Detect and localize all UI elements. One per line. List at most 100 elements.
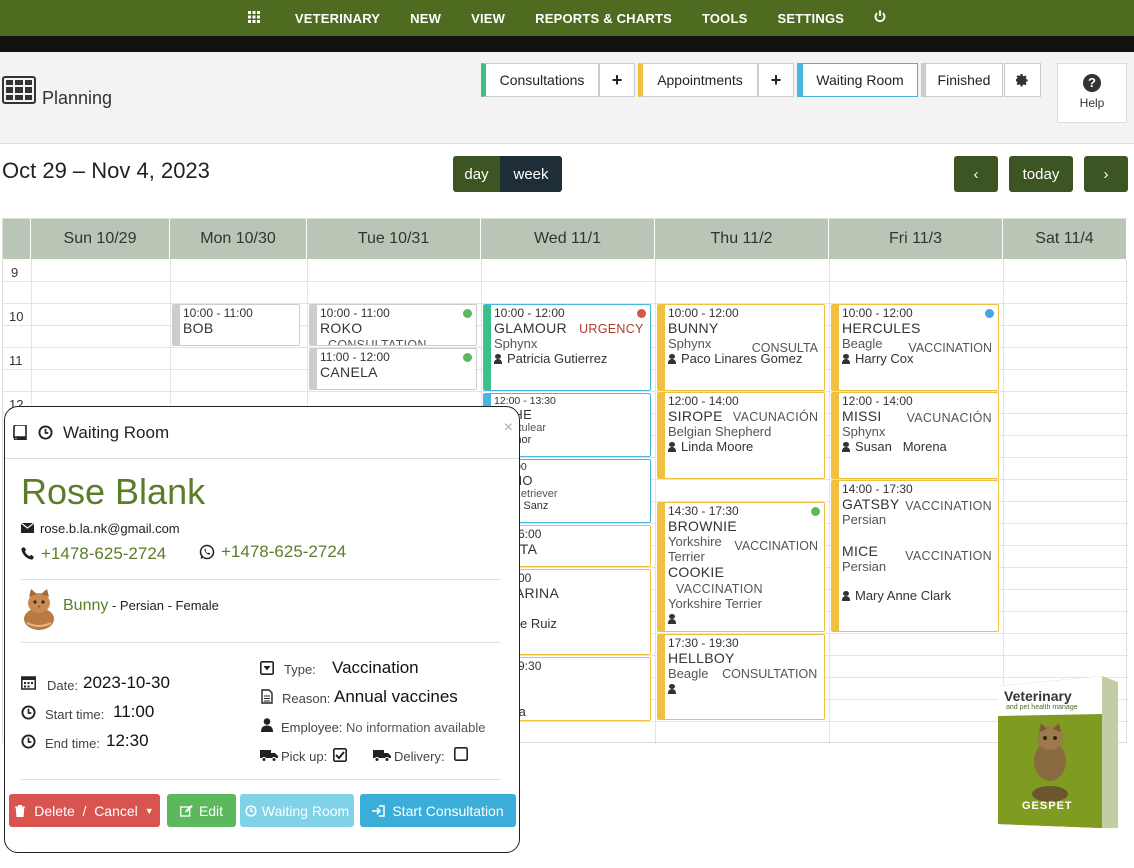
chevron-right-icon: › bbox=[1103, 165, 1109, 183]
appointment-sirope[interactable]: 12:00 - 14:00 SIROPE VACUNACIÓN Belgian … bbox=[657, 392, 825, 479]
help-button[interactable]: ? Help bbox=[1057, 63, 1127, 123]
book-icon bbox=[13, 425, 27, 440]
sign-in-icon bbox=[372, 804, 386, 817]
page-title: Planning bbox=[42, 88, 113, 108]
product-title: Veterinary bbox=[1004, 688, 1072, 704]
planning-grid-icon bbox=[2, 76, 36, 104]
person-icon bbox=[842, 591, 850, 601]
appointment-canela[interactable]: 11:00 - 12:00 CANELA bbox=[309, 348, 477, 390]
person-icon bbox=[668, 684, 676, 694]
appointment-roko[interactable]: 10:00 - 11:00 ROKO CONSULTATION bbox=[309, 304, 477, 346]
delivery-label: Delivery: bbox=[394, 749, 445, 764]
caret-down-icon: ▼ bbox=[144, 805, 154, 816]
prev-week-button[interactable]: ‹ bbox=[954, 156, 998, 192]
top-nav: VETERINARY NEW VIEW REPORTS & CHARTS TOO… bbox=[0, 0, 1134, 36]
nav-tools[interactable]: TOOLS bbox=[687, 11, 763, 26]
owner-phone[interactable]: +1478-625-2724 bbox=[41, 544, 166, 564]
owner-name[interactable]: Rose Blank bbox=[21, 471, 205, 513]
type-label: Type: bbox=[284, 662, 316, 677]
envelope-icon bbox=[21, 523, 34, 533]
whatsapp-icon bbox=[199, 544, 215, 560]
pet-info: Bunny - Persian - Female bbox=[63, 597, 219, 615]
start-consultation-button[interactable]: Start Consultation bbox=[360, 794, 516, 827]
end-time-label: End time: bbox=[45, 736, 100, 751]
person-icon bbox=[668, 614, 676, 624]
reason-value: Annual vaccines bbox=[334, 687, 458, 706]
pickup-checkbox[interactable] bbox=[333, 748, 347, 762]
tab-waiting-room[interactable]: Waiting Room bbox=[797, 63, 918, 97]
nav-settings[interactable]: SETTINGS bbox=[763, 11, 860, 26]
waiting-room-button[interactable]: Waiting Room bbox=[240, 794, 354, 827]
pet-meta: - Persian - Female bbox=[108, 598, 219, 613]
clock-icon bbox=[38, 425, 53, 440]
appointment-bob[interactable]: 10:00 - 11:00 BOB bbox=[172, 304, 300, 346]
person-icon bbox=[494, 354, 502, 364]
appointment-brownie[interactable]: 14:30 - 17:30 BROWNIE Yorkshire Terrier … bbox=[657, 502, 825, 632]
appointment-gatsby[interactable]: 14:00 - 17:30 GATSBY VACCINATION Persian… bbox=[831, 480, 999, 632]
popup-title: Waiting Room bbox=[63, 423, 170, 442]
delete-cancel-label: Delete / Cancel bbox=[34, 802, 138, 819]
owner-whatsapp[interactable]: +1478-625-2724 bbox=[221, 542, 346, 562]
hour-label-10: 10 bbox=[9, 309, 24, 324]
truck-icon bbox=[373, 750, 391, 762]
hour-label-9: 9 bbox=[11, 265, 19, 280]
owner-email[interactable]: rose.b.la.nk@gmail.com bbox=[40, 521, 180, 536]
date-value: 2023-10-30 bbox=[83, 673, 170, 692]
tab-finished[interactable]: Finished bbox=[921, 63, 1003, 97]
gespet-product-box: Veterinary and pet health manage Veterin… bbox=[998, 676, 1132, 838]
employee-label: Employee: bbox=[281, 720, 343, 735]
pet-name[interactable]: Bunny bbox=[63, 597, 108, 614]
day-header-wed: Wed 11/1 bbox=[481, 219, 655, 259]
day-header-sun: Sun 10/29 bbox=[31, 219, 170, 259]
appointment-bunny[interactable]: 10:00 - 12:00 BUNNY Sphynx CONSULTA Paco… bbox=[657, 304, 825, 391]
date-range-title: Oct 29 – Nov 4, 2023 bbox=[2, 158, 210, 183]
edit-button[interactable]: Edit bbox=[167, 794, 236, 827]
help-label: Help bbox=[1079, 96, 1105, 110]
next-week-button[interactable]: › bbox=[1084, 156, 1128, 192]
nav-view[interactable]: VIEW bbox=[456, 11, 520, 26]
clock-icon bbox=[21, 705, 36, 720]
tab-appointments[interactable]: Appointments bbox=[638, 63, 758, 97]
appointment-hercules[interactable]: 10:00 - 12:00 HERCULES Beagle VACCINATION… bbox=[831, 304, 999, 391]
nav-new[interactable]: NEW bbox=[395, 11, 456, 26]
date-label: Date: bbox=[47, 678, 79, 693]
day-header-sat: Sat 11/4 bbox=[1003, 219, 1127, 259]
power-icon[interactable] bbox=[859, 10, 901, 26]
phone-icon bbox=[21, 547, 34, 560]
add-appointment-button[interactable]: + bbox=[758, 63, 794, 97]
nav-veterinary[interactable]: VETERINARY bbox=[280, 11, 395, 26]
delete-cancel-button[interactable]: Delete / Cancel ▼ bbox=[9, 794, 160, 827]
chevron-left-icon: ‹ bbox=[973, 165, 979, 183]
delivery-checkbox[interactable] bbox=[454, 747, 468, 761]
person-icon bbox=[668, 442, 676, 452]
apps-grid-icon[interactable] bbox=[233, 10, 280, 26]
pickup-label: Pick up: bbox=[281, 749, 328, 764]
popup-header: Waiting Room × bbox=[5, 407, 519, 459]
day-header-fri: Fri 11/3 bbox=[829, 219, 1003, 259]
appointment-missi[interactable]: 12:00 - 14:00 MISSI VACUNACIÓN Sphynx Su… bbox=[831, 392, 999, 479]
settings-gear-button[interactable] bbox=[1004, 63, 1041, 97]
waiting-room-label: Waiting Room bbox=[261, 802, 350, 819]
close-icon[interactable]: × bbox=[504, 419, 513, 437]
appointment-hellboy[interactable]: 17:30 - 19:30 HELLBOY Beagle CONSULTATIO… bbox=[657, 634, 825, 720]
employee-value: No information available bbox=[346, 720, 486, 735]
time-gutter-header bbox=[3, 219, 31, 259]
edit-label: Edit bbox=[198, 802, 224, 819]
appointment-glamour[interactable]: 10:00 - 12:00 GLAMOUR URGENCY Sphynx Pat… bbox=[483, 304, 651, 391]
today-button[interactable]: today bbox=[1009, 156, 1073, 192]
add-consultation-button[interactable]: + bbox=[599, 63, 635, 97]
appointment-detail-popup: Waiting Room × Rose Blank rose.b.la.nk@g… bbox=[4, 406, 520, 853]
week-view-button[interactable]: week bbox=[500, 156, 562, 192]
caret-square-icon bbox=[260, 661, 274, 675]
hour-label-11: 11 bbox=[9, 353, 23, 368]
start-time-value: 11:00 bbox=[113, 702, 155, 721]
user-icon bbox=[261, 718, 273, 732]
planning-header: Planning Consultations + Appointments + … bbox=[0, 52, 1134, 144]
question-icon: ? bbox=[1083, 74, 1101, 92]
calendar-icon bbox=[21, 676, 36, 690]
day-view-button[interactable]: day bbox=[453, 156, 500, 192]
person-icon bbox=[842, 354, 850, 364]
start-time-label: Start time: bbox=[45, 707, 105, 722]
tab-consultations[interactable]: Consultations bbox=[481, 63, 599, 97]
nav-reports-charts[interactable]: REPORTS & CHARTS bbox=[520, 11, 687, 26]
